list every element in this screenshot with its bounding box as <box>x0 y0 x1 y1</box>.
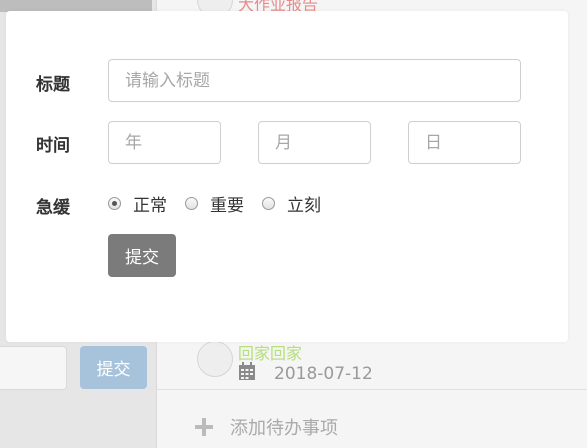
day-input[interactable] <box>408 121 521 164</box>
todo-title[interactable]: 回家回家 <box>238 340 302 364</box>
add-todo-label: 添加待办事项 <box>230 418 338 439</box>
priority-option-normal[interactable]: 正常 <box>108 191 167 216</box>
radio-unchecked-icon[interactable] <box>185 197 198 210</box>
priority-radio-group: 正常 重要 立刻 <box>108 191 339 216</box>
add-todo-dialog: 标题 时间 急缓 正常 重要 立刻 提交 <box>6 11 568 342</box>
month-input[interactable] <box>258 121 371 164</box>
radio-checked-icon[interactable] <box>108 197 121 210</box>
submit-button[interactable]: 提交 <box>108 234 176 277</box>
radio-unchecked-icon[interactable] <box>262 197 275 210</box>
calendar-icon <box>239 362 255 380</box>
plus-icon <box>195 418 213 436</box>
todo-date: 2018-07-12 <box>274 364 373 384</box>
year-input[interactable] <box>108 121 221 164</box>
add-todo-button[interactable]: 添加待办事项 <box>195 414 338 440</box>
priority-option-important[interactable]: 重要 <box>185 191 244 216</box>
list-divider <box>157 389 587 390</box>
radio-label: 重要 <box>210 196 244 216</box>
radio-label: 立刻 <box>287 196 321 216</box>
left-input[interactable] <box>0 346 67 390</box>
priority-label: 急缓 <box>36 198 70 218</box>
todo-checkbox[interactable] <box>197 341 233 377</box>
left-submit-button[interactable]: 提交 <box>80 346 147 389</box>
radio-label: 正常 <box>133 196 167 216</box>
title-input[interactable] <box>108 59 521 102</box>
time-label: 时间 <box>36 136 70 156</box>
title-label: 标题 <box>36 75 70 95</box>
priority-option-urgent[interactable]: 立刻 <box>262 191 321 216</box>
